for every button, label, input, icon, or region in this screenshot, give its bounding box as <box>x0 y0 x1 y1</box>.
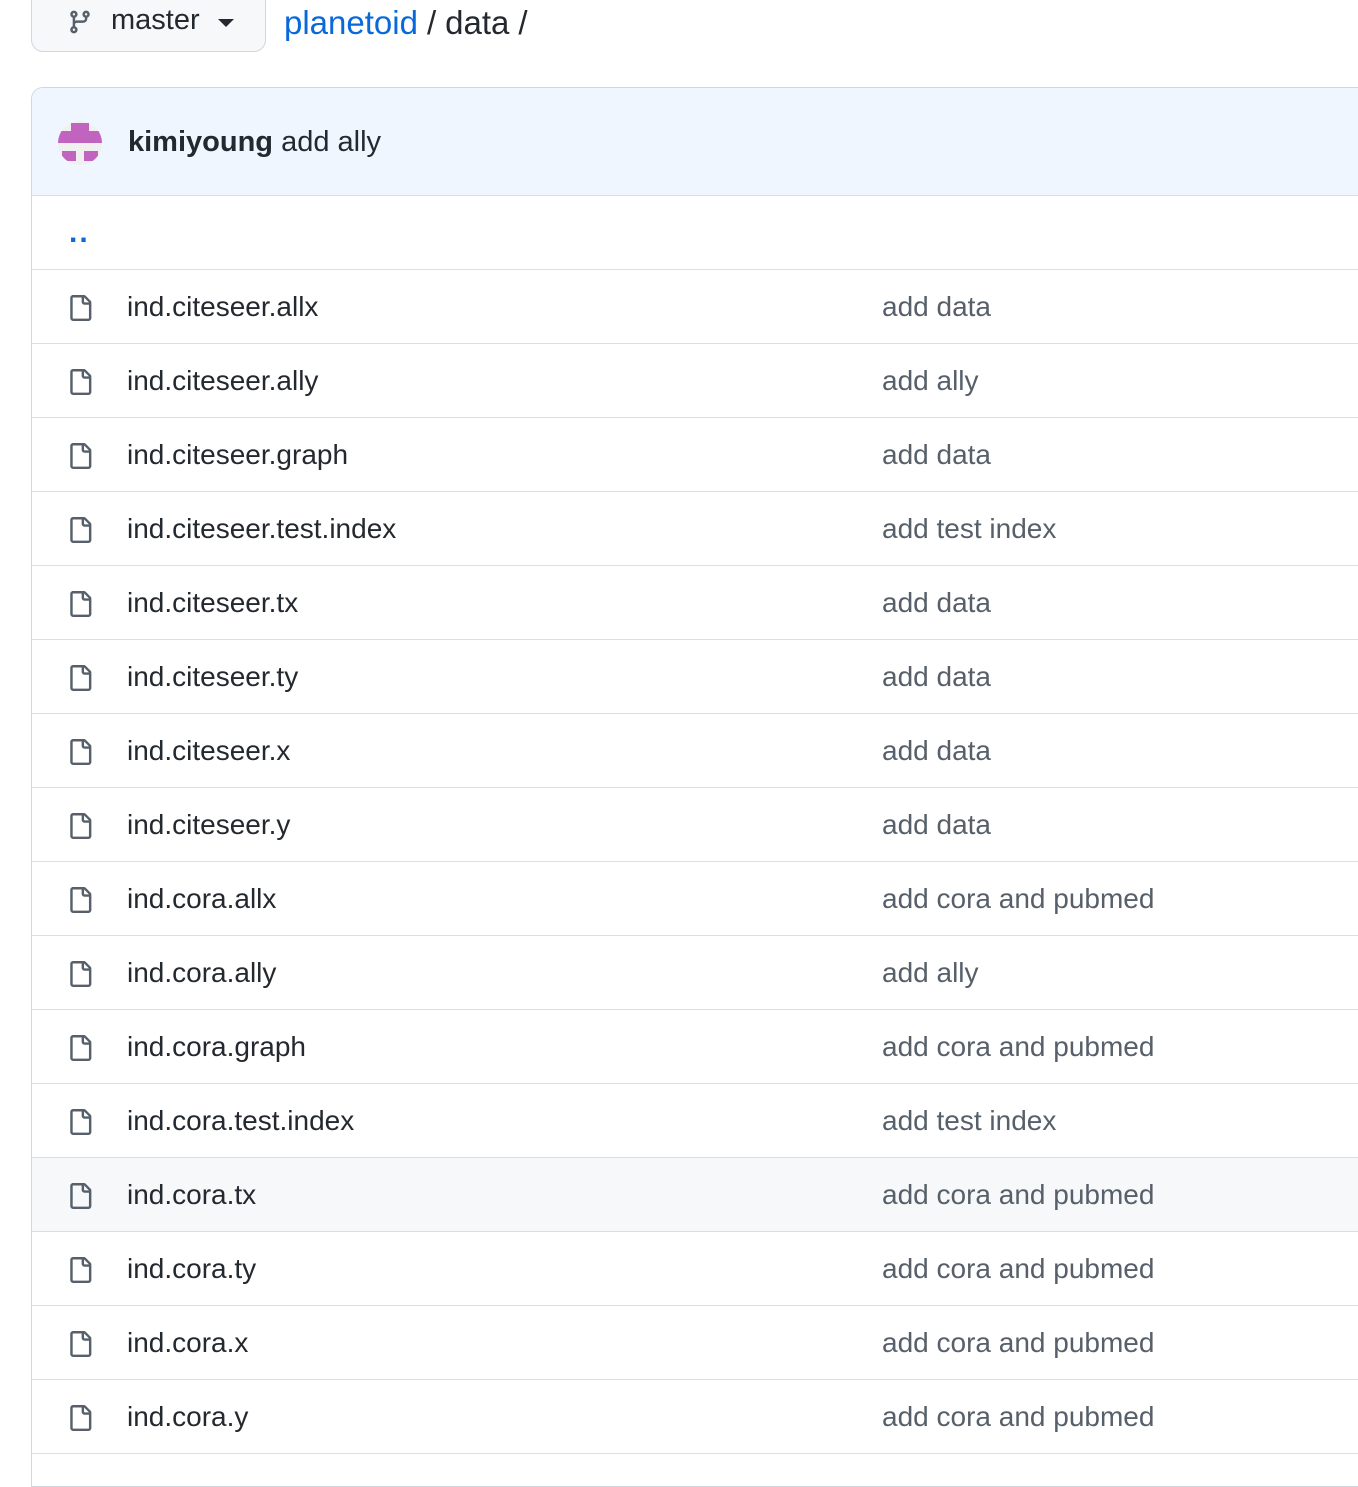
file-commit-message-link[interactable]: add test index <box>882 1107 1056 1135</box>
file-name-link[interactable]: ind.cora.x <box>127 1329 248 1357</box>
file-row[interactable]: ind.cora.graph add cora and pubmed <box>32 1010 1358 1084</box>
file-name-link[interactable]: ind.cora.allx <box>127 885 276 913</box>
breadcrumb-repo-link[interactable]: planetoid <box>284 4 418 41</box>
file-row[interactable]: ind.cora.test.index add test index <box>32 1084 1358 1158</box>
file-commit-message-link[interactable]: add data <box>882 441 991 469</box>
file-row[interactable]: ind.cora.allx add cora and pubmed <box>32 862 1358 936</box>
file-commit-message-link[interactable]: add data <box>882 293 991 321</box>
file-name-link[interactable]: ind.citeseer.ty <box>127 663 298 691</box>
file-list-box: kimiyoung add ally .. ind.citeseer.allx a… <box>31 87 1358 1487</box>
file-icon <box>67 959 93 989</box>
file-icon <box>67 663 93 693</box>
avatar[interactable] <box>58 121 102 165</box>
file-row[interactable]: ind.cora.x add cora and pubmed <box>32 1306 1358 1380</box>
file-name-link[interactable]: ind.cora.ally <box>127 959 276 987</box>
breadcrumb: planetoid / data / <box>284 6 537 39</box>
file-row[interactable]: ind.cora.ally add ally <box>32 936 1358 1010</box>
file-icon <box>67 1181 93 1211</box>
file-icon <box>67 441 93 471</box>
file-row[interactable]: ind.citeseer.tx add data <box>32 566 1358 640</box>
file-name-link[interactable]: ind.citeseer.y <box>127 811 290 839</box>
file-name-link[interactable]: ind.cora.ty <box>127 1255 256 1283</box>
file-commit-message-link[interactable]: add data <box>882 663 991 691</box>
file-icon <box>67 1107 93 1137</box>
breadcrumb-separator: / <box>426 4 437 41</box>
latest-commit-text: kimiyoung add ally <box>128 128 381 157</box>
file-commit-message-link[interactable]: add cora and pubmed <box>882 1033 1154 1061</box>
file-row[interactable]: ind.cora.tx add cora and pubmed <box>32 1158 1358 1232</box>
file-icon <box>67 1255 93 1285</box>
file-name-link[interactable]: ind.citeseer.ally <box>127 367 318 395</box>
file-icon <box>67 811 93 841</box>
file-name-link[interactable]: ind.citeseer.allx <box>127 293 318 321</box>
file-name-link[interactable]: ind.citeseer.test.index <box>127 515 396 543</box>
file-icon <box>67 367 93 397</box>
file-icon <box>67 1403 93 1433</box>
file-commit-message-link[interactable]: add data <box>882 589 991 617</box>
file-icon <box>67 737 93 767</box>
file-commit-message-link[interactable]: add cora and pubmed <box>882 885 1154 913</box>
file-row[interactable]: ind.cora.y add cora and pubmed <box>32 1380 1358 1454</box>
file-name-link[interactable]: ind.citeseer.tx <box>127 589 298 617</box>
file-name-link[interactable]: ind.citeseer.x <box>127 737 290 765</box>
file-name-link[interactable]: ind.citeseer.graph <box>127 441 348 469</box>
file-row[interactable]: ind.citeseer.allx add data <box>32 270 1358 344</box>
git-branch-icon <box>70 10 90 34</box>
file-commit-message-link[interactable]: add cora and pubmed <box>882 1403 1154 1431</box>
caret-down-icon <box>218 19 234 27</box>
file-row[interactable]: ind.citeseer.x add data <box>32 714 1358 788</box>
file-row[interactable]: ind.citeseer.y add data <box>32 788 1358 862</box>
file-row[interactable]: ind.citeseer.graph add data <box>32 418 1358 492</box>
file-icon <box>67 589 93 619</box>
file-name-link[interactable]: ind.cora.y <box>127 1403 248 1431</box>
file-row[interactable]: ind.cora.ty add cora and pubmed <box>32 1232 1358 1306</box>
file-commit-message-link[interactable]: add cora and pubmed <box>882 1329 1154 1357</box>
file-icon <box>67 1329 93 1359</box>
file-rows: ind.citeseer.allx add data ind.citeseer.al… <box>32 270 1358 1454</box>
file-commit-message-link[interactable]: add data <box>882 811 991 839</box>
file-icon <box>67 1033 93 1063</box>
file-row[interactable]: ind.citeseer.ally add ally <box>32 344 1358 418</box>
file-row[interactable]: ind.citeseer.test.index add test index <box>32 492 1358 566</box>
commit-author-link[interactable]: kimiyoung <box>128 126 273 158</box>
file-icon <box>67 293 93 323</box>
file-name-link[interactable]: ind.cora.tx <box>127 1181 256 1209</box>
file-row[interactable]: ind.citeseer.ty add data <box>32 640 1358 714</box>
parent-directory-row[interactable]: .. <box>32 196 1358 270</box>
latest-commit-header: kimiyoung add ally <box>32 88 1358 196</box>
branch-name: master <box>111 4 200 36</box>
file-commit-message-link[interactable]: add cora and pubmed <box>882 1255 1154 1283</box>
file-commit-message-link[interactable]: add ally <box>882 367 979 395</box>
file-commit-message-link[interactable]: add test index <box>882 515 1056 543</box>
file-name-link[interactable]: ind.cora.graph <box>127 1033 306 1061</box>
file-commit-message-link[interactable]: add data <box>882 737 991 765</box>
file-name-link[interactable]: ind.cora.test.index <box>127 1107 354 1135</box>
file-commit-message-link[interactable]: add ally <box>882 959 979 987</box>
breadcrumb-trailing-separator: / <box>518 4 528 41</box>
commit-message-link[interactable]: add ally <box>281 126 381 158</box>
breadcrumb-current-dir: data <box>445 4 510 41</box>
parent-directory-link[interactable]: .. <box>69 216 90 250</box>
file-icon <box>67 515 93 545</box>
branch-selector-button[interactable]: master <box>31 0 266 52</box>
file-icon <box>67 885 93 915</box>
file-commit-message-link[interactable]: add cora and pubmed <box>882 1181 1154 1209</box>
